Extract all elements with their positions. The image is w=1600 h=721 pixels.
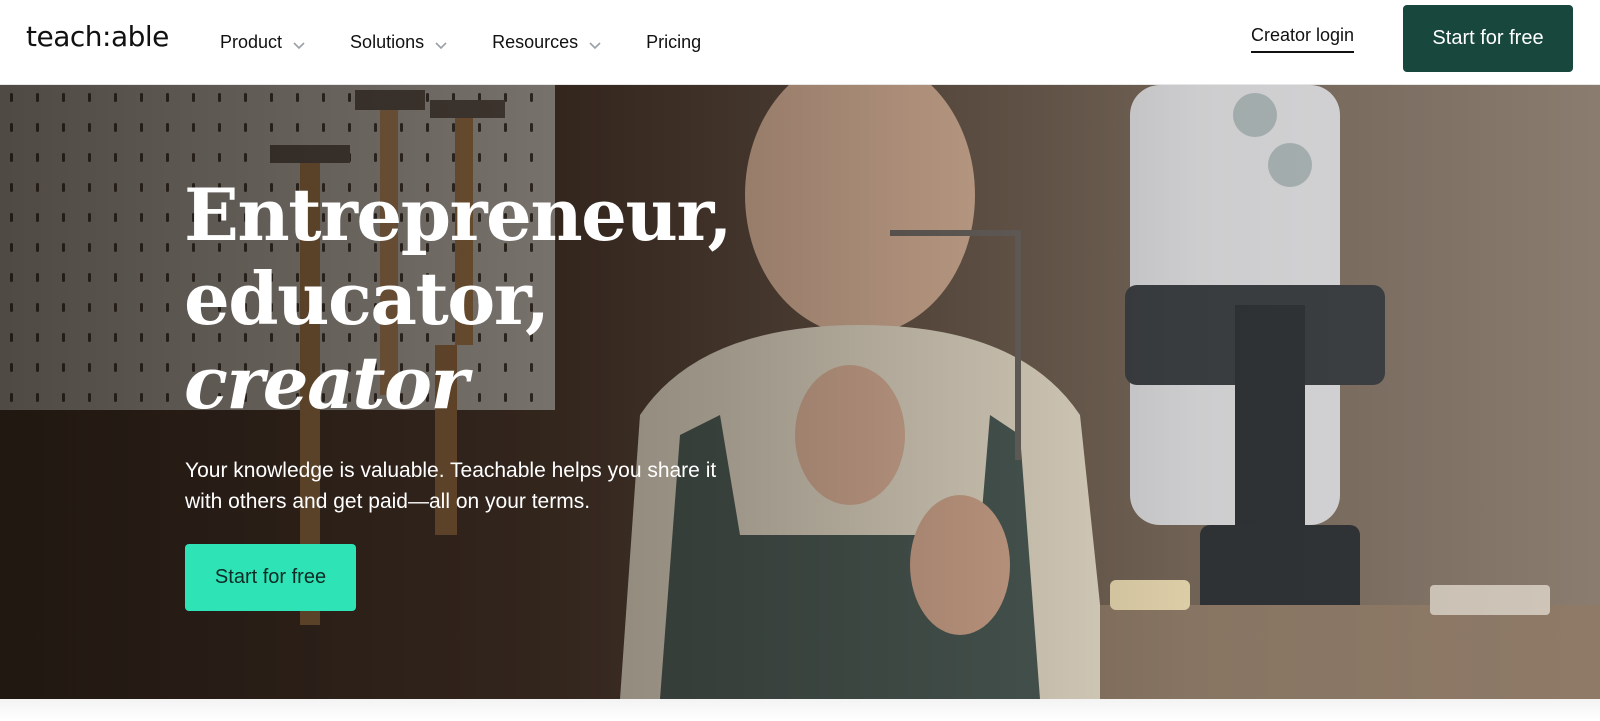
hero-start-for-free-button[interactable]: Start for free — [185, 544, 356, 611]
hero-headline: Entrepreneur, educator, creator — [184, 172, 733, 425]
nav-start-for-free-button[interactable]: Start for free — [1403, 5, 1573, 72]
menu-item-label: Pricing — [646, 32, 702, 52]
hero-subtext: Your knowledge is valuable. Teachable he… — [185, 459, 717, 513]
chevron-down-icon — [292, 36, 306, 50]
main-menu: Product Solutions Resources Pricing — [220, 0, 745, 85]
hero-section: Entrepreneur, educator, creator Your kno… — [0, 85, 1600, 699]
menu-item-label: Resources — [492, 32, 579, 52]
next-section-edge — [0, 699, 1600, 721]
chevron-down-icon — [434, 36, 448, 50]
menu-item-resources[interactable]: Resources — [492, 32, 602, 53]
creator-login-link[interactable]: Creator login — [1251, 25, 1355, 53]
menu-item-solutions[interactable]: Solutions — [350, 32, 448, 53]
top-navigation: teach:able Product Solutions Resources P… — [0, 0, 1600, 85]
teachable-logo[interactable]: teach:able — [26, 20, 169, 53]
menu-item-product[interactable]: Product — [220, 32, 306, 53]
menu-item-label: Solutions — [350, 32, 425, 52]
chevron-down-icon — [588, 36, 602, 50]
headline-line: Entrepreneur, — [184, 172, 733, 257]
headline-line-emphasis: creator — [184, 340, 468, 425]
menu-item-pricing[interactable]: Pricing — [646, 32, 701, 53]
headline-line: educator, — [184, 256, 550, 341]
menu-item-label: Product — [220, 32, 283, 52]
